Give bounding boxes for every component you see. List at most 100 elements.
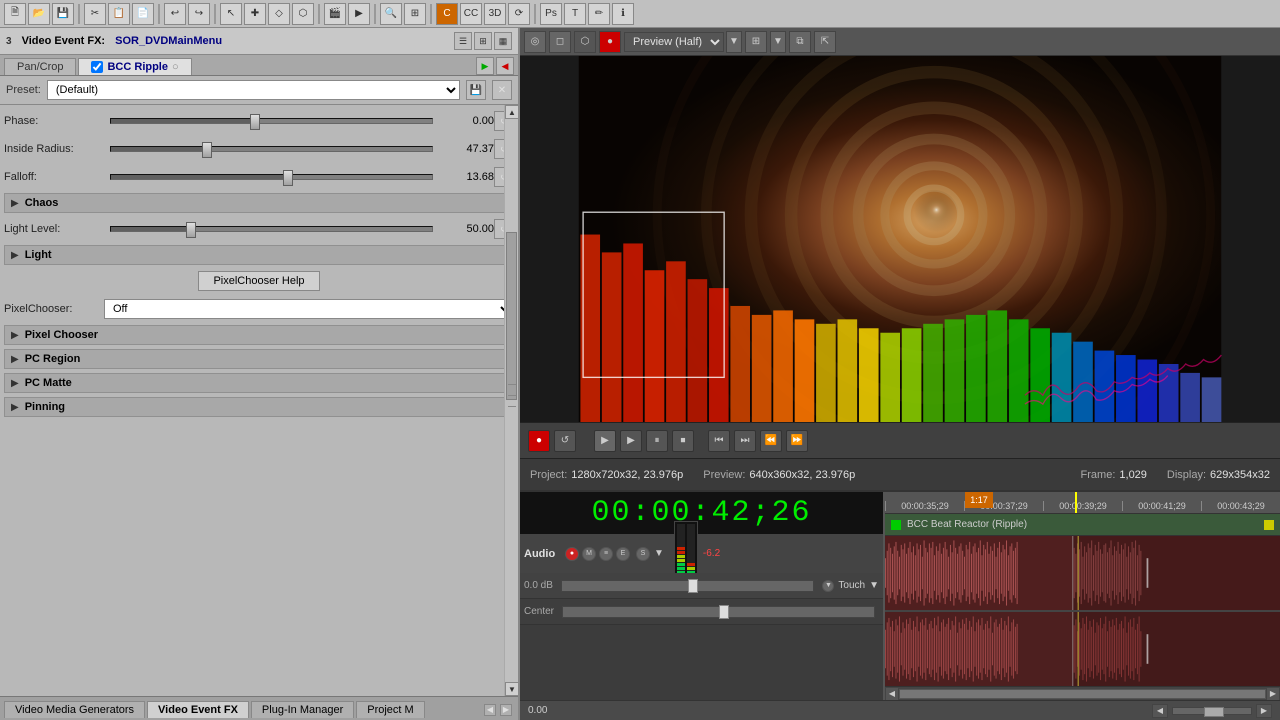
transport-pause[interactable]: ⏸: [646, 430, 668, 452]
pc-matte-section[interactable]: ▶ PC Matte: [4, 373, 514, 393]
pan-fader[interactable]: [562, 606, 875, 618]
phase-thumb[interactable]: [250, 114, 260, 130]
light-level-thumb[interactable]: [186, 222, 196, 238]
scroll-thumb[interactable]: [899, 689, 1266, 699]
fx-grid-icon[interactable]: ⊞: [474, 32, 492, 50]
toolbar-tool2[interactable]: ✚: [244, 3, 266, 25]
touch-dropdown[interactable]: ▼: [869, 580, 879, 591]
tab-pan-crop[interactable]: Pan/Crop: [4, 58, 76, 75]
light-level-slider[interactable]: [110, 221, 433, 237]
transport-stop[interactable]: ⏹: [672, 430, 694, 452]
audio-mute-btn[interactable]: M: [582, 547, 596, 561]
toolbar-paste[interactable]: 📄: [132, 3, 154, 25]
preview-split-btn[interactable]: ▼: [770, 31, 786, 53]
toolbar-3d[interactable]: 3D: [484, 3, 506, 25]
toolbar-cc[interactable]: CC: [460, 3, 482, 25]
scroll-right-btn[interactable]: ▶: [1266, 687, 1280, 701]
toolbar-render[interactable]: ▶: [348, 3, 370, 25]
preview-ext-btn[interactable]: ⇱: [814, 31, 836, 53]
volume-fader-thumb[interactable]: [688, 579, 698, 593]
preview-copy-btn[interactable]: ⧉: [789, 31, 811, 53]
preset-close-btn[interactable]: ✕: [492, 80, 512, 100]
transport-play[interactable]: ▶: [620, 430, 642, 452]
inside-radius-thumb[interactable]: [202, 142, 212, 158]
toolbar-crop[interactable]: ⊞: [404, 3, 426, 25]
fx-list-icon[interactable]: ☰: [454, 32, 472, 50]
status-zoom-slider[interactable]: [1172, 707, 1252, 715]
falloff-thumb[interactable]: [283, 170, 293, 186]
toolbar-tool4[interactable]: ⬡: [292, 3, 314, 25]
bcc-ripple-checkbox[interactable]: [91, 61, 103, 73]
tab-video-event-fx[interactable]: Video Event FX: [147, 701, 249, 718]
toolbar-sync[interactable]: ⟳: [508, 3, 530, 25]
status-zoom-thumb[interactable]: [1204, 707, 1224, 717]
preset-select[interactable]: (Default): [47, 80, 460, 100]
audio-dropdown[interactable]: ▼: [652, 548, 666, 559]
transport-fast-forward[interactable]: ⏭: [734, 430, 756, 452]
scrollbar-down[interactable]: ▼: [505, 682, 518, 696]
transport-rewind[interactable]: ⏮: [708, 430, 730, 452]
preview-overlay-btn[interactable]: ⬡: [574, 31, 596, 53]
audio-more-btn[interactable]: ≡: [599, 547, 613, 561]
phase-slider[interactable]: [110, 113, 433, 129]
falloff-slider[interactable]: [110, 169, 433, 185]
transport-record[interactable]: ●: [528, 430, 550, 452]
scroll-left-btn[interactable]: ◀: [885, 687, 899, 701]
transport-play-from-start[interactable]: ▶: [594, 430, 616, 452]
audio-env-btn[interactable]: E: [616, 547, 630, 561]
pixelchooser-select[interactable]: Off On: [104, 299, 514, 319]
touch-mode-dropdown[interactable]: ▼: [822, 580, 834, 592]
toolbar-zoom[interactable]: 🔍: [380, 3, 402, 25]
toolbar-cut[interactable]: ✂: [84, 3, 106, 25]
preview-safe-btn[interactable]: ◻: [549, 31, 571, 53]
preview-quality-select[interactable]: Preview (Half): [624, 32, 724, 52]
audio-stereo-btn[interactable]: S: [636, 547, 650, 561]
status-zoom-in[interactable]: ▶: [1256, 704, 1272, 718]
transport-next-frame[interactable]: ⏩: [786, 430, 808, 452]
preview-record-btn[interactable]: ●: [599, 31, 621, 53]
toolbar-ps[interactable]: Ps: [540, 3, 562, 25]
pc-region-section[interactable]: ▶ PC Region: [4, 349, 514, 369]
tab-video-media[interactable]: Video Media Generators: [4, 701, 145, 718]
transport-prev-frame[interactable]: ⏪: [760, 430, 782, 452]
transport-loop[interactable]: ↺: [554, 430, 576, 452]
tab-project-m[interactable]: Project M: [356, 701, 424, 718]
toolbar-color[interactable]: C: [436, 3, 458, 25]
preview-grid-btn[interactable]: ⊞: [745, 31, 767, 53]
preview-snap-btn[interactable]: ◎: [524, 31, 546, 53]
status-zoom-out[interactable]: ◀: [1152, 704, 1168, 718]
toolbar-info[interactable]: ℹ: [612, 3, 634, 25]
preset-save-btn[interactable]: 💾: [466, 80, 486, 100]
preview-quality-arrow[interactable]: ▼: [726, 31, 742, 53]
toolbar-undo[interactable]: ↩: [164, 3, 186, 25]
playhead[interactable]: [1075, 492, 1077, 513]
tab-out-icon[interactable]: ◀: [496, 57, 514, 75]
toolbar-tool1[interactable]: ↖: [220, 3, 242, 25]
fx-menu-icon[interactable]: ▦: [494, 32, 512, 50]
tab-bcc-ripple[interactable]: BCC Ripple ○: [78, 58, 191, 75]
bottom-tab-next[interactable]: ▶: [500, 704, 512, 716]
tab-plugin-manager[interactable]: Plug-In Manager: [251, 701, 354, 718]
inside-radius-slider[interactable]: [110, 141, 433, 157]
volume-fader[interactable]: [561, 580, 814, 592]
tab-in-icon[interactable]: ▶: [476, 57, 494, 75]
toolbar-new[interactable]: 🗎: [4, 3, 26, 25]
toolbar-copy[interactable]: 📋: [108, 3, 130, 25]
scrollbar-thumb[interactable]: [506, 232, 517, 401]
toolbar-open[interactable]: 📂: [28, 3, 50, 25]
bottom-tab-prev[interactable]: ◀: [484, 704, 496, 716]
pan-fader-thumb[interactable]: [719, 605, 729, 619]
toolbar-text[interactable]: T: [564, 3, 586, 25]
pinning-section[interactable]: ▶ Pinning: [4, 397, 514, 417]
scrollbar-up[interactable]: ▲: [505, 105, 518, 119]
pixel-chooser-section[interactable]: ▶ Pixel Chooser: [4, 325, 514, 345]
toolbar-media[interactable]: 🎬: [324, 3, 346, 25]
toolbar-tool3[interactable]: ◇: [268, 3, 290, 25]
light-section[interactable]: ▶ Light: [4, 245, 514, 265]
chaos-section[interactable]: ▶ Chaos: [4, 193, 514, 213]
toolbar-edit[interactable]: ✏: [588, 3, 610, 25]
pixelchooser-help-button[interactable]: PixelChooser Help: [198, 271, 319, 291]
audio-record-btn[interactable]: ●: [565, 547, 579, 561]
toolbar-save[interactable]: 💾: [52, 3, 74, 25]
toolbar-redo[interactable]: ↪: [188, 3, 210, 25]
